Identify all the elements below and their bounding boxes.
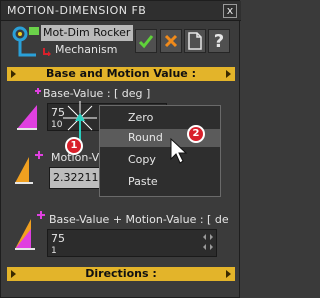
collapse-left-icon [11, 70, 16, 78]
section-title: Base and Motion Value : [46, 67, 196, 80]
sum-value-input[interactable]: 75 [51, 232, 65, 245]
collapse-left-icon [11, 270, 16, 278]
ok-button[interactable] [135, 29, 157, 53]
sum-value-label: Base-Value + Motion-Value : [ de [49, 213, 229, 226]
base-angle-icon [17, 88, 41, 130]
collapse-right-icon [226, 70, 231, 78]
motion-value-label: Motion-V [51, 151, 100, 164]
motion-angle-icon [15, 151, 43, 184]
section-base-motion[interactable]: Base and Motion Value : [7, 67, 235, 81]
sum-angle-icon [15, 211, 45, 250]
sum-value-step[interactable]: 1 [51, 246, 57, 256]
close-button[interactable]: x [223, 4, 237, 18]
section-directions[interactable]: Directions : [7, 267, 235, 281]
window-title: MOTION-DIMENSION FB [7, 4, 147, 17]
document-icon [188, 32, 202, 50]
context-menu: Zero Round Copy Paste [99, 105, 221, 197]
callout-badge-2: 2 [187, 125, 205, 143]
mechanism-label: Mechanism [55, 43, 118, 56]
cross-icon [164, 34, 178, 48]
section-title: Directions : [85, 267, 157, 280]
spinner-arrows-icon [203, 234, 213, 250]
feature-logo-icon [12, 26, 39, 57]
mechanism-link[interactable]: Mechanism [41, 42, 133, 58]
header: Mot-Dim Rocker Mechanism ? [1, 21, 241, 65]
menu-item-paste[interactable]: Paste [100, 173, 220, 191]
motion-dimension-dialog: MOTION-DIMENSION FB x Mot-Dim Rocker Mec… [0, 0, 241, 298]
help-button[interactable]: ? [208, 29, 230, 53]
feature-name[interactable]: Mot-Dim Rocker [41, 25, 133, 41]
check-icon [138, 35, 154, 49]
mouse-cursor-icon [170, 137, 188, 164]
arrow-right-icon [43, 48, 51, 56]
sum-value-field[interactable]: 75 1 [47, 229, 217, 257]
menu-item-copy[interactable]: Copy [100, 151, 220, 169]
cancel-button[interactable] [160, 29, 182, 53]
new-document-button[interactable] [184, 29, 206, 53]
title-bar: MOTION-DIMENSION FB x [1, 1, 241, 21]
menu-item-zero[interactable]: Zero [100, 109, 220, 127]
motion-value-field[interactable]: 2.32211 [49, 167, 103, 189]
collapse-right-icon [226, 270, 231, 278]
sum-spinner[interactable] [199, 231, 217, 253]
